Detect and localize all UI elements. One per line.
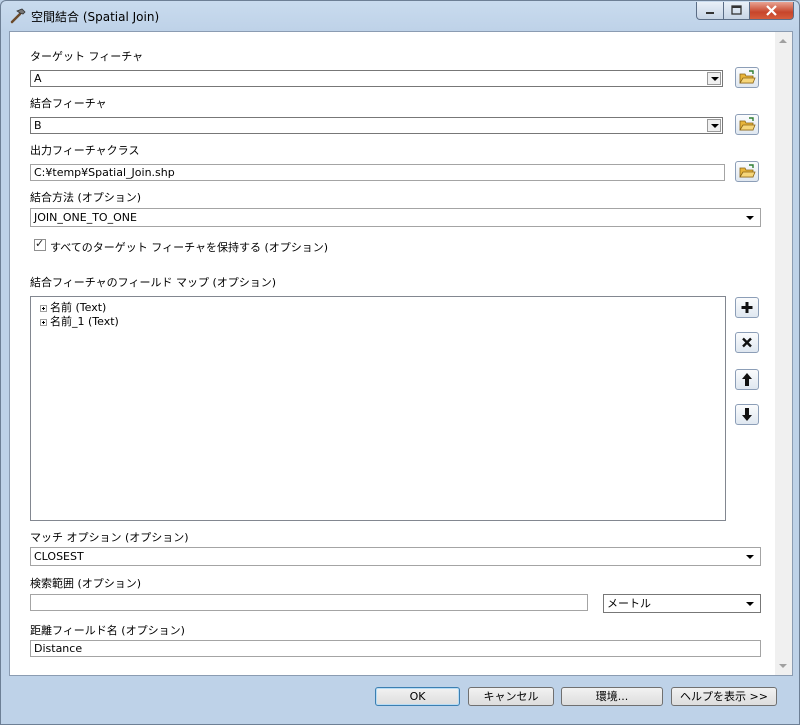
open-folder-icon bbox=[739, 117, 756, 131]
match-option-value: CLOSEST bbox=[34, 550, 84, 563]
distance-field-input[interactable]: Distance bbox=[30, 640, 761, 657]
search-radius-input[interactable] bbox=[30, 594, 588, 611]
chevron-down-icon[interactable] bbox=[707, 72, 721, 85]
match-option-select[interactable]: CLOSEST bbox=[30, 547, 761, 566]
arrow-up-icon bbox=[742, 373, 752, 386]
join-operation-select[interactable]: JOIN_ONE_TO_ONE bbox=[30, 208, 761, 227]
join-features-value: B bbox=[34, 119, 42, 132]
match-option-label: マッチ オプション (オプション) bbox=[30, 531, 189, 544]
field-map-label: 結合フィーチャのフィールド マップ (オプション) bbox=[30, 276, 277, 289]
output-browse-button[interactable] bbox=[735, 161, 759, 182]
caption-buttons bbox=[696, 2, 794, 20]
hammer-icon bbox=[10, 8, 26, 24]
delete-field-button[interactable] bbox=[735, 332, 759, 353]
open-folder-icon bbox=[739, 164, 756, 178]
open-folder-icon bbox=[739, 70, 756, 84]
search-radius-unit-select[interactable]: メートル bbox=[603, 594, 761, 613]
join-features-label: 結合フィーチャ bbox=[30, 97, 107, 110]
arrow-down-icon bbox=[742, 408, 752, 421]
dialog-window: 空間結合 (Spatial Join) ターゲット フィーチャ A 結合フィーチ… bbox=[0, 0, 800, 725]
chevron-down-icon[interactable] bbox=[707, 119, 721, 132]
expand-icon[interactable] bbox=[40, 318, 47, 326]
expand-icon[interactable] bbox=[40, 304, 47, 312]
close-button[interactable] bbox=[750, 2, 794, 20]
output-label: 出力フィーチャクラス bbox=[30, 144, 140, 157]
maximize-button[interactable] bbox=[724, 2, 750, 20]
target-features-label: ターゲット フィーチャ bbox=[30, 50, 144, 63]
distance-field-label: 距離フィールド名 (オプション) bbox=[30, 624, 185, 637]
show-help-button[interactable]: ヘルプを表示 >> bbox=[671, 687, 777, 706]
close-icon bbox=[766, 5, 777, 16]
field-map-list[interactable]: 名前 (Text) 名前_1 (Text) bbox=[30, 296, 726, 521]
environments-button[interactable]: 環境... bbox=[561, 687, 663, 706]
title-bar[interactable]: 空間結合 (Spatial Join) bbox=[1, 1, 799, 31]
scroll-down-icon[interactable] bbox=[779, 664, 787, 668]
chevron-down-icon[interactable] bbox=[743, 598, 757, 608]
join-operation-value: JOIN_ONE_TO_ONE bbox=[34, 211, 137, 224]
output-input[interactable]: C:¥temp¥Spatial_Join.shp bbox=[30, 164, 725, 181]
vertical-scrollbar[interactable] bbox=[775, 32, 792, 675]
minimize-button[interactable] bbox=[696, 2, 724, 20]
minimize-icon bbox=[706, 12, 714, 14]
maximize-icon bbox=[731, 5, 742, 15]
ok-button[interactable]: OK bbox=[375, 687, 460, 706]
chevron-down-icon[interactable] bbox=[743, 551, 757, 561]
keep-all-label: すべてのターゲット フィーチャを保持する (オプション) bbox=[50, 241, 329, 254]
delete-icon bbox=[742, 337, 752, 348]
move-down-button[interactable] bbox=[735, 404, 759, 425]
keep-all-checkbox[interactable] bbox=[34, 237, 46, 251]
join-features-combo[interactable]: B bbox=[30, 117, 723, 134]
search-radius-unit-value: メートル bbox=[607, 597, 651, 610]
scroll-up-icon[interactable] bbox=[779, 39, 787, 43]
window-title: 空間結合 (Spatial Join) bbox=[31, 10, 160, 24]
target-features-combo[interactable]: A bbox=[30, 70, 723, 87]
button-bar: OK キャンセル 環境... ヘルプを表示 >> bbox=[9, 675, 791, 715]
cancel-button[interactable]: キャンセル bbox=[468, 687, 554, 706]
move-up-button[interactable] bbox=[735, 369, 759, 390]
field-map-item-label: 名前_1 (Text) bbox=[50, 315, 119, 328]
join-features-browse-button[interactable] bbox=[735, 114, 759, 135]
add-field-button[interactable] bbox=[735, 297, 759, 318]
output-value: C:¥temp¥Spatial_Join.shp bbox=[34, 166, 175, 179]
join-operation-label: 結合方法 (オプション) bbox=[30, 191, 142, 204]
search-radius-label: 検索範囲 (オプション) bbox=[30, 577, 142, 590]
distance-field-value: Distance bbox=[34, 642, 83, 655]
plus-icon bbox=[741, 302, 753, 313]
target-features-value: A bbox=[34, 72, 42, 85]
dialog-content: ターゲット フィーチャ A 結合フィーチャ B 出力フィーチャクラス C:¥te… bbox=[9, 31, 793, 676]
field-map-item[interactable]: 名前_1 (Text) bbox=[40, 313, 119, 329]
chevron-down-icon[interactable] bbox=[743, 212, 757, 222]
target-features-browse-button[interactable] bbox=[735, 67, 759, 88]
